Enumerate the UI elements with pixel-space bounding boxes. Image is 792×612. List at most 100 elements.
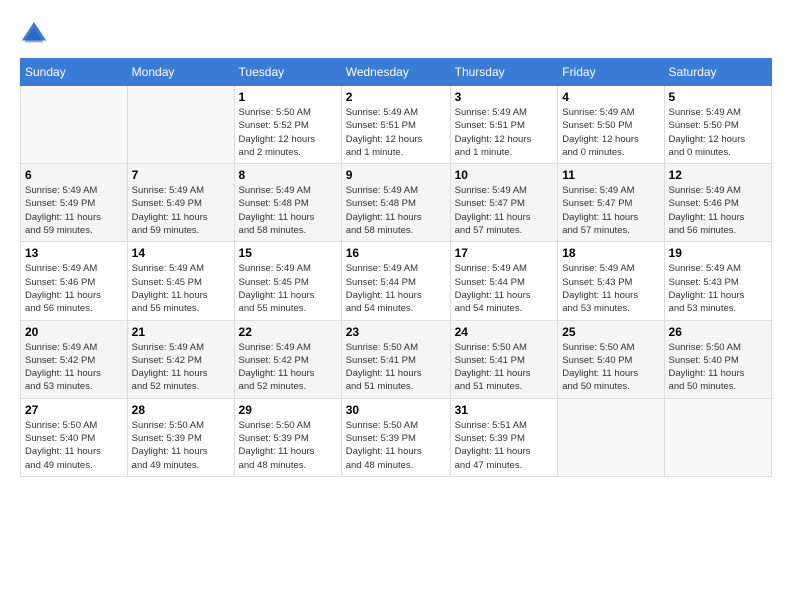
calendar-cell: 27 Sunrise: 5:50 AM Sunset: 5:40 PM Dayli… xyxy=(21,398,128,476)
day-number: 10 xyxy=(455,168,554,182)
day-info: Sunrise: 5:50 AM Sunset: 5:39 PM Dayligh… xyxy=(346,419,446,472)
day-info: Sunrise: 5:50 AM Sunset: 5:40 PM Dayligh… xyxy=(562,341,659,394)
calendar-cell: 9Sunrise: 5:49 AM Sunset: 5:48 PM Daylig… xyxy=(341,164,450,242)
day-number: 11 xyxy=(562,168,659,182)
week-row-1: 1 Sunrise: 5:50 AM Sunset: 5:52 PM Daylig… xyxy=(21,86,772,164)
calendar-cell xyxy=(664,398,771,476)
calendar-body: 1 Sunrise: 5:50 AM Sunset: 5:52 PM Daylig… xyxy=(21,86,772,477)
day-info: Sunrise: 5:50 AM Sunset: 5:52 PM Dayligh… xyxy=(239,106,337,159)
week-row-4: 20 Sunrise: 5:49 AM Sunset: 5:42 PM Dayli… xyxy=(21,320,772,398)
calendar-cell xyxy=(21,86,128,164)
header-wednesday: Wednesday xyxy=(341,59,450,86)
calendar-cell: 30 Sunrise: 5:50 AM Sunset: 5:39 PM Dayli… xyxy=(341,398,450,476)
calendar-cell: 5Sunrise: 5:49 AM Sunset: 5:50 PM Daylig… xyxy=(664,86,771,164)
day-info: Sunrise: 5:49 AM Sunset: 5:42 PM Dayligh… xyxy=(239,341,337,394)
calendar-cell: 24 Sunrise: 5:50 AM Sunset: 5:41 PM Dayli… xyxy=(450,320,558,398)
week-row-5: 27 Sunrise: 5:50 AM Sunset: 5:40 PM Dayli… xyxy=(21,398,772,476)
day-info: Sunrise: 5:49 AM Sunset: 5:49 PM Dayligh… xyxy=(25,184,123,237)
day-number: 23 xyxy=(346,325,446,339)
header-tuesday: Tuesday xyxy=(234,59,341,86)
day-info: Sunrise: 5:49 AM Sunset: 5:51 PM Dayligh… xyxy=(455,106,554,159)
calendar-cell: 28 Sunrise: 5:50 AM Sunset: 5:39 PM Dayli… xyxy=(127,398,234,476)
day-number: 27 xyxy=(25,403,123,417)
day-number: 18 xyxy=(562,246,659,260)
day-number: 20 xyxy=(25,325,123,339)
header-monday: Monday xyxy=(127,59,234,86)
day-number: 5 xyxy=(669,90,767,104)
day-number: 13 xyxy=(25,246,123,260)
day-number: 30 xyxy=(346,403,446,417)
calendar-cell: 16 Sunrise: 5:49 AM Sunset: 5:44 PM Dayli… xyxy=(341,242,450,320)
logo-icon xyxy=(20,20,48,48)
week-row-3: 13 Sunrise: 5:49 AM Sunset: 5:46 PM Dayli… xyxy=(21,242,772,320)
day-info: Sunrise: 5:49 AM Sunset: 5:43 PM Dayligh… xyxy=(562,262,659,315)
header-friday: Friday xyxy=(558,59,664,86)
calendar-cell: 20Sunrise: 5:49 AM Sunset: 5:42 PM Dayli… xyxy=(21,320,128,398)
day-number: 16 xyxy=(346,246,446,260)
day-number: 31 xyxy=(455,403,554,417)
calendar-cell: 17 Sunrise: 5:49 AM Sunset: 5:44 PM Dayli… xyxy=(450,242,558,320)
day-number: 12 xyxy=(669,168,767,182)
day-info: Sunrise: 5:49 AM Sunset: 5:47 PM Dayligh… xyxy=(562,184,659,237)
day-number: 17 xyxy=(455,246,554,260)
day-number: 25 xyxy=(562,325,659,339)
calendar-cell: 18 Sunrise: 5:49 AM Sunset: 5:43 PM Dayli… xyxy=(558,242,664,320)
calendar-cell: 22 Sunrise: 5:49 AM Sunset: 5:42 PM Dayli… xyxy=(234,320,341,398)
day-info: Sunrise: 5:49 AM Sunset: 5:46 PM Dayligh… xyxy=(25,262,123,315)
header-saturday: Saturday xyxy=(664,59,771,86)
day-number: 26 xyxy=(669,325,767,339)
day-info: Sunrise: 5:50 AM Sunset: 5:40 PM Dayligh… xyxy=(669,341,767,394)
day-number: 22 xyxy=(239,325,337,339)
day-number: 21 xyxy=(132,325,230,339)
day-info: Sunrise: 5:49 AM Sunset: 5:45 PM Dayligh… xyxy=(239,262,337,315)
week-row-2: 6 Sunrise: 5:49 AM Sunset: 5:49 PM Daylig… xyxy=(21,164,772,242)
day-number: 7 xyxy=(132,168,230,182)
calendar-cell: 1 Sunrise: 5:50 AM Sunset: 5:52 PM Daylig… xyxy=(234,86,341,164)
day-number: 24 xyxy=(455,325,554,339)
page-header xyxy=(20,20,772,48)
day-info: Sunrise: 5:49 AM Sunset: 5:43 PM Dayligh… xyxy=(669,262,767,315)
day-info: Sunrise: 5:49 AM Sunset: 5:44 PM Dayligh… xyxy=(346,262,446,315)
day-number: 15 xyxy=(239,246,337,260)
calendar-cell: 21 Sunrise: 5:49 AM Sunset: 5:42 PM Dayli… xyxy=(127,320,234,398)
calendar-cell: 26 Sunrise: 5:50 AM Sunset: 5:40 PM Dayli… xyxy=(664,320,771,398)
calendar-cell: 14Sunrise: 5:49 AM Sunset: 5:45 PM Dayli… xyxy=(127,242,234,320)
calendar-cell xyxy=(127,86,234,164)
day-number: 9 xyxy=(346,168,446,182)
day-number: 6 xyxy=(25,168,123,182)
calendar-cell: 8 Sunrise: 5:49 AM Sunset: 5:48 PM Daylig… xyxy=(234,164,341,242)
day-info: Sunrise: 5:50 AM Sunset: 5:39 PM Dayligh… xyxy=(239,419,337,472)
day-info: Sunrise: 5:50 AM Sunset: 5:39 PM Dayligh… xyxy=(132,419,230,472)
day-number: 14 xyxy=(132,246,230,260)
calendar-cell: 3 Sunrise: 5:49 AM Sunset: 5:51 PM Daylig… xyxy=(450,86,558,164)
calendar-header: SundayMondayTuesdayWednesdayThursdayFrid… xyxy=(21,59,772,86)
day-info: Sunrise: 5:49 AM Sunset: 5:48 PM Dayligh… xyxy=(239,184,337,237)
calendar-cell: 25 Sunrise: 5:50 AM Sunset: 5:40 PM Dayli… xyxy=(558,320,664,398)
calendar-cell: 7 Sunrise: 5:49 AM Sunset: 5:49 PM Daylig… xyxy=(127,164,234,242)
calendar-cell: 13 Sunrise: 5:49 AM Sunset: 5:46 PM Dayli… xyxy=(21,242,128,320)
calendar-cell: 10 Sunrise: 5:49 AM Sunset: 5:47 PM Dayli… xyxy=(450,164,558,242)
calendar-cell: 29Sunrise: 5:50 AM Sunset: 5:39 PM Dayli… xyxy=(234,398,341,476)
day-info: Sunrise: 5:49 AM Sunset: 5:49 PM Dayligh… xyxy=(132,184,230,237)
day-info: Sunrise: 5:49 AM Sunset: 5:44 PM Dayligh… xyxy=(455,262,554,315)
logo xyxy=(20,20,52,48)
day-number: 1 xyxy=(239,90,337,104)
day-info: Sunrise: 5:50 AM Sunset: 5:40 PM Dayligh… xyxy=(25,419,123,472)
calendar-cell: 23 Sunrise: 5:50 AM Sunset: 5:41 PM Dayli… xyxy=(341,320,450,398)
day-number: 2 xyxy=(346,90,446,104)
calendar-cell: 31 Sunrise: 5:51 AM Sunset: 5:39 PM Dayli… xyxy=(450,398,558,476)
day-info: Sunrise: 5:49 AM Sunset: 5:42 PM Dayligh… xyxy=(132,341,230,394)
day-info: Sunrise: 5:50 AM Sunset: 5:41 PM Dayligh… xyxy=(455,341,554,394)
calendar-cell: 4Sunrise: 5:49 AM Sunset: 5:50 PM Daylig… xyxy=(558,86,664,164)
calendar-cell xyxy=(558,398,664,476)
day-number: 28 xyxy=(132,403,230,417)
day-number: 8 xyxy=(239,168,337,182)
day-info: Sunrise: 5:51 AM Sunset: 5:39 PM Dayligh… xyxy=(455,419,554,472)
calendar-table: SundayMondayTuesdayWednesdayThursdayFrid… xyxy=(20,58,772,477)
day-number: 3 xyxy=(455,90,554,104)
day-info: Sunrise: 5:49 AM Sunset: 5:51 PM Dayligh… xyxy=(346,106,446,159)
header-sunday: Sunday xyxy=(21,59,128,86)
day-info: Sunrise: 5:49 AM Sunset: 5:47 PM Dayligh… xyxy=(455,184,554,237)
day-info: Sunrise: 5:49 AM Sunset: 5:46 PM Dayligh… xyxy=(669,184,767,237)
day-info: Sunrise: 5:50 AM Sunset: 5:41 PM Dayligh… xyxy=(346,341,446,394)
